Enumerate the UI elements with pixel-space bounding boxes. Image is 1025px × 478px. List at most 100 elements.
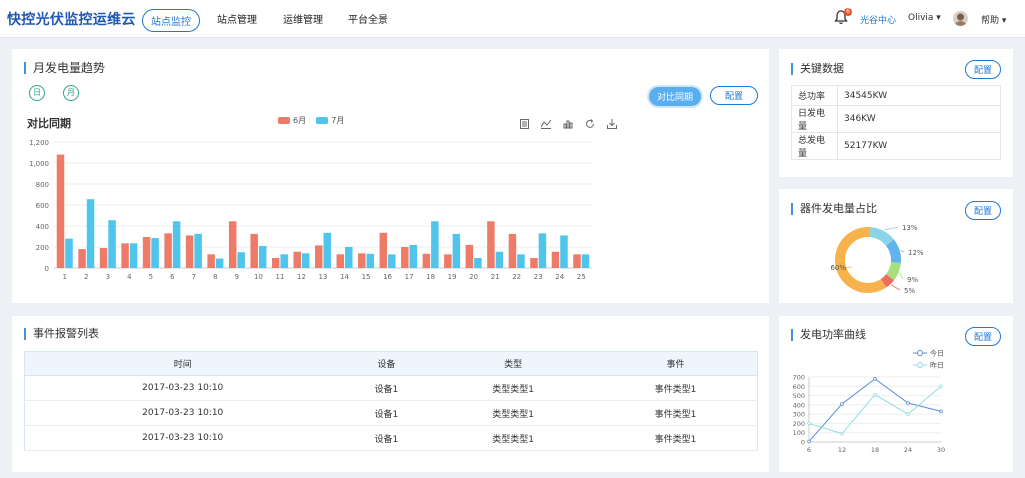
- bar-july: [517, 254, 525, 268]
- bar-july: [495, 251, 504, 268]
- bar-june: [465, 244, 474, 268]
- x-tick-label: 20: [469, 273, 478, 281]
- x-tick-label: 4: [127, 273, 132, 281]
- bar-july: [215, 258, 224, 268]
- cell-event: 事件类型1: [593, 425, 758, 451]
- donut-slice: [885, 239, 901, 264]
- bar-july: [388, 254, 396, 268]
- table-row[interactable]: 2017-03-23 10:10 设备1 类型类型1 事件类型1: [24, 400, 758, 426]
- bar-june: [401, 247, 409, 268]
- col-event[interactable]: 事件: [593, 351, 758, 376]
- panel-title: 关键数据: [791, 63, 844, 75]
- bar-july: [301, 253, 310, 268]
- x-tick-label: 6: [807, 446, 811, 454]
- bar-june: [379, 232, 388, 268]
- y-tick-label: 600: [793, 383, 805, 391]
- y-tick-label: 0: [45, 265, 49, 273]
- x-tick-label: 24: [555, 273, 564, 281]
- series-point: [807, 421, 811, 426]
- nav-site-manage[interactable]: 站点管理: [217, 11, 257, 26]
- x-tick-label: 9: [235, 273, 239, 281]
- power-line-chart: 0 100200300 400500600700 6 12 18 24 30 今日昨日: [793, 349, 946, 455]
- donut-label: 60%: [830, 264, 846, 272]
- message-center-link[interactable]: 光谷中心: [860, 13, 896, 26]
- series-point: [873, 392, 877, 397]
- donut-slice: [885, 261, 901, 281]
- x-tick-label: 22: [512, 273, 521, 281]
- notification-badge: 6: [844, 8, 852, 16]
- cell-type: 类型类型1: [432, 375, 594, 401]
- config-button[interactable]: 配置: [965, 60, 1002, 79]
- avatar-icon: [954, 13, 967, 26]
- y-tick-label: 300: [793, 411, 805, 419]
- bar-june: [78, 249, 86, 268]
- nav-platform-view[interactable]: 平台全景: [348, 11, 388, 26]
- y-tick-label: 600: [36, 202, 49, 210]
- table-row[interactable]: 2017-03-23 10:10 设备1 类型类型1 事件类型1: [24, 375, 758, 401]
- y-tick-label: 500: [793, 392, 805, 400]
- brand-logo: 快控光伏监控运维云: [7, 12, 136, 28]
- bar-june: [293, 251, 301, 268]
- bar-june: [422, 253, 431, 268]
- key-label: 日发电量: [791, 105, 838, 133]
- bar-june: [164, 233, 172, 268]
- cell-device: 设备1: [340, 375, 433, 401]
- donut-leader: [899, 272, 904, 280]
- help-menu[interactable]: 帮助 ▾: [981, 13, 1006, 26]
- panel-title: 事件报警列表: [24, 328, 99, 340]
- x-tick-label: 6: [170, 273, 175, 281]
- y-tick-label: 800: [36, 181, 49, 189]
- device-ratio-panel: 器件发电量占比 配置 60% 13% 12% 9% 5%: [779, 189, 1013, 303]
- x-tick-label: 18: [426, 273, 435, 281]
- series-point: [840, 431, 844, 436]
- x-tick-label: 24: [904, 446, 912, 454]
- y-tick-label: 1,200: [29, 139, 49, 147]
- x-tick-label: 14: [340, 273, 349, 281]
- y-tick-label: 1,000: [29, 160, 49, 168]
- bar-july: [560, 235, 568, 268]
- table-row[interactable]: 2017-03-23 10:10 设备1 类型类型1 事件类型1: [24, 425, 758, 451]
- bar-june: [271, 258, 280, 268]
- key-value: 52177KW: [837, 132, 1001, 160]
- x-tick-label: 19: [448, 273, 457, 281]
- x-tick-label: 2: [84, 273, 88, 281]
- col-device[interactable]: 设备: [340, 351, 433, 376]
- avatar[interactable]: [953, 11, 968, 26]
- nav-ops-manage[interactable]: 运维管理: [283, 11, 323, 26]
- donut-slice: [869, 227, 894, 246]
- legend-label: 昨日: [930, 361, 944, 370]
- col-type[interactable]: 类型: [432, 351, 594, 376]
- bar-july: [172, 221, 181, 268]
- x-tick-label: 25: [577, 273, 586, 281]
- legend-marker: [917, 362, 923, 368]
- bar-july: [431, 221, 439, 268]
- series-line: [808, 378, 942, 442]
- y-tick-label: 400: [793, 401, 805, 409]
- series-point: [807, 439, 811, 444]
- y-tick-label: 200: [793, 420, 805, 428]
- x-tick-label: 1: [63, 273, 67, 281]
- donut-leader: [890, 284, 901, 291]
- user-menu[interactable]: Olivia ▾: [908, 13, 941, 23]
- cell-device: 设备1: [340, 400, 433, 426]
- table-row: 日发电量 346KW: [791, 105, 1001, 133]
- x-tick-label: 16: [383, 273, 392, 281]
- cell-time: 2017-03-23 10:10: [24, 425, 341, 451]
- bar-june: [508, 233, 517, 268]
- cell-device: 设备1: [340, 425, 433, 451]
- bar-july: [452, 233, 461, 268]
- bar-july: [366, 253, 375, 268]
- y-tick-label: 100: [793, 429, 805, 437]
- monthly-bar-chart: 02004006008001,0001,2001 2 3 4 5 6 7 8 9 10 11 12 13…: [29, 139, 592, 281]
- nav-site-monitor[interactable]: 站点监控: [142, 9, 200, 32]
- x-tick-label: 13: [319, 273, 328, 281]
- legend-label: 今日: [930, 349, 944, 358]
- bar-july: [65, 238, 73, 268]
- x-tick-label: 15: [362, 273, 371, 281]
- col-time[interactable]: 时间: [24, 351, 341, 376]
- bar-june: [315, 245, 323, 268]
- bar-june: [530, 258, 538, 268]
- series-point: [873, 377, 877, 381]
- power-curve-panel: 发电功率曲线 配置 0 100 200 300 400 500 600 700 6 12 18 24 3…: [779, 316, 1013, 472]
- cell-time: 2017-03-23 10:10: [24, 375, 341, 401]
